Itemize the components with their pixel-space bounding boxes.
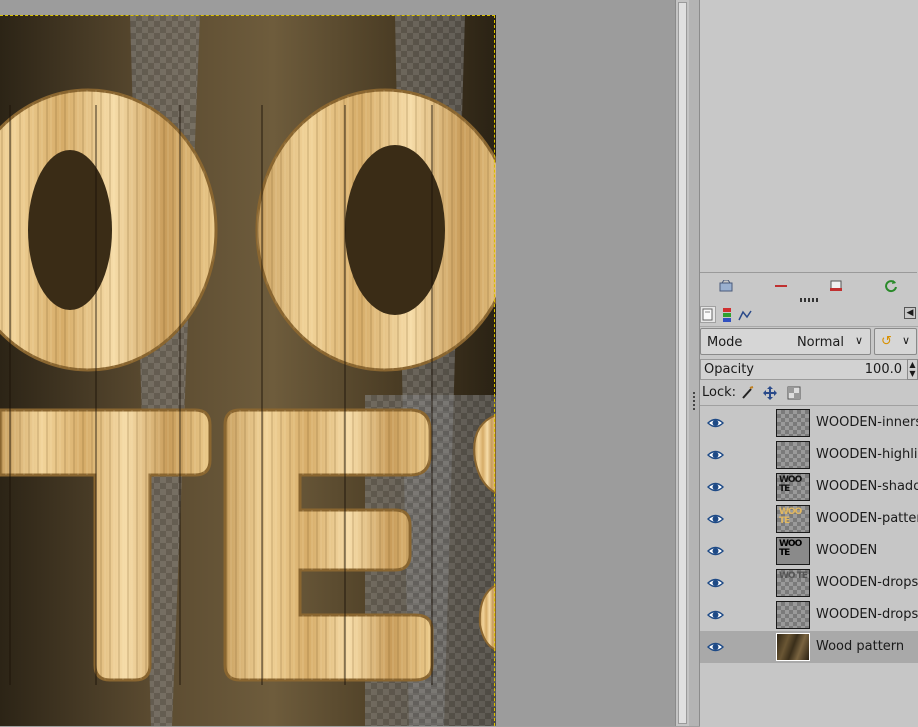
mode-label: Mode	[707, 335, 743, 350]
layer-name: WOODEN-shado	[816, 479, 918, 494]
scrollbar-thumb[interactable]	[678, 2, 687, 724]
right-dock: ◀ Mode Normal ∨ ↺ ∨ Opacity 100.0 ▲ ▼ Loc…	[699, 0, 918, 727]
letter-o-right	[255, 88, 496, 372]
eye-icon[interactable]	[706, 640, 725, 654]
opacity-field[interactable]: Opacity 100.0	[700, 359, 908, 380]
layer-thumbnail	[776, 633, 810, 661]
dock-separator[interactable]	[689, 0, 699, 726]
layer-row-selected[interactable]: Wood pattern	[700, 631, 918, 663]
layer-row[interactable]: WOODEN-inners	[700, 407, 918, 439]
layer-row[interactable]: WOODEN-drops	[700, 599, 918, 631]
eye-icon[interactable]	[706, 512, 725, 526]
opacity-label: Opacity	[704, 362, 755, 377]
composite-mode-button[interactable]: ↺ ∨	[874, 328, 917, 355]
eye-icon[interactable]	[706, 576, 725, 590]
letter-t	[0, 408, 212, 682]
layer-name: WOODEN-highlig	[816, 447, 918, 462]
separator-grip[interactable]	[693, 392, 695, 410]
eye-icon[interactable]	[706, 448, 725, 462]
lock-alpha-icon[interactable]	[786, 385, 802, 401]
layer-thumbnail: WOO TE	[776, 473, 810, 501]
mode-select[interactable]: Mode Normal ∨	[700, 328, 871, 355]
layers-list: WOODEN-inners WOODEN-highlig WOO TE WOOD…	[700, 405, 918, 727]
layer-thumbnail	[776, 441, 810, 469]
canvas-vertical-scrollbar[interactable]	[675, 0, 689, 726]
new-channel-icon[interactable]	[718, 278, 734, 294]
channels-tab-icon[interactable]	[719, 306, 735, 323]
lock-position-icon[interactable]	[762, 385, 778, 401]
upper-panel-buttons	[700, 274, 918, 298]
letter-e	[223, 408, 434, 682]
layer-thumbnail: WOO TE	[776, 505, 810, 533]
layer-row[interactable]: WO TE WOODEN-drops	[700, 567, 918, 599]
layers-tab-icon[interactable]	[700, 306, 716, 323]
tab-menu-icon[interactable]: ◀	[904, 307, 916, 319]
chevron-down-icon: ∨	[901, 334, 910, 347]
upper-dock-panel	[700, 0, 917, 273]
canvas-area[interactable]	[0, 0, 675, 726]
wooden-text-artwork	[0, 88, 496, 685]
layer-row[interactable]: WOO TE WOODEN-shado	[700, 471, 918, 503]
eye-icon[interactable]	[706, 480, 725, 494]
layer-thumbnail: WOO TE	[776, 537, 810, 565]
refresh-icon[interactable]	[883, 278, 899, 294]
opacity-value: 100.0	[864, 362, 902, 377]
layer-thumbnail	[776, 409, 810, 437]
layer-mode-row: Mode Normal ∨ ↺ ∨	[700, 328, 918, 356]
layer-name: Wood pattern	[816, 639, 905, 654]
image-canvas[interactable]	[0, 15, 496, 726]
opacity-spin-buttons[interactable]: ▲ ▼	[907, 359, 918, 380]
mode-value: Normal	[796, 335, 844, 350]
raise-lower-icon[interactable]	[773, 278, 789, 294]
layer-thumbnail: WO TE	[776, 569, 810, 597]
chevron-down-icon: ∨	[854, 334, 863, 347]
layer-name: WOODEN-drops	[816, 575, 918, 590]
layer-row[interactable]: WOODEN-highlig	[700, 439, 918, 471]
eye-icon[interactable]	[706, 608, 725, 622]
layer-thumbnail	[776, 601, 810, 629]
layer-row[interactable]: WOO TE WOODEN	[700, 535, 918, 567]
layer-row[interactable]: WOO TE WOODEN-patter	[700, 503, 918, 535]
paths-tab-icon[interactable]	[737, 306, 753, 323]
eye-icon[interactable]	[706, 416, 725, 430]
layer-name: WOODEN	[816, 543, 878, 558]
layers-dock-tabs: ◀	[700, 304, 918, 327]
lock-row: Lock:	[700, 382, 918, 404]
panel-resize-grip[interactable]	[800, 298, 818, 302]
opacity-row: Opacity 100.0 ▲ ▼	[700, 359, 918, 380]
letter-s-partial	[473, 413, 496, 652]
composite-mode-icon: ↺	[881, 334, 892, 349]
layer-name: WOODEN-patter	[816, 511, 918, 526]
layer-name: WOODEN-drops	[816, 607, 918, 622]
lock-pixels-icon[interactable]	[739, 385, 755, 401]
lock-label: Lock:	[702, 385, 737, 400]
layer-name: WOODEN-inners	[816, 415, 918, 430]
eye-icon[interactable]	[706, 544, 725, 558]
letter-o-left	[0, 88, 218, 372]
duplicate-icon[interactable]	[828, 278, 844, 294]
